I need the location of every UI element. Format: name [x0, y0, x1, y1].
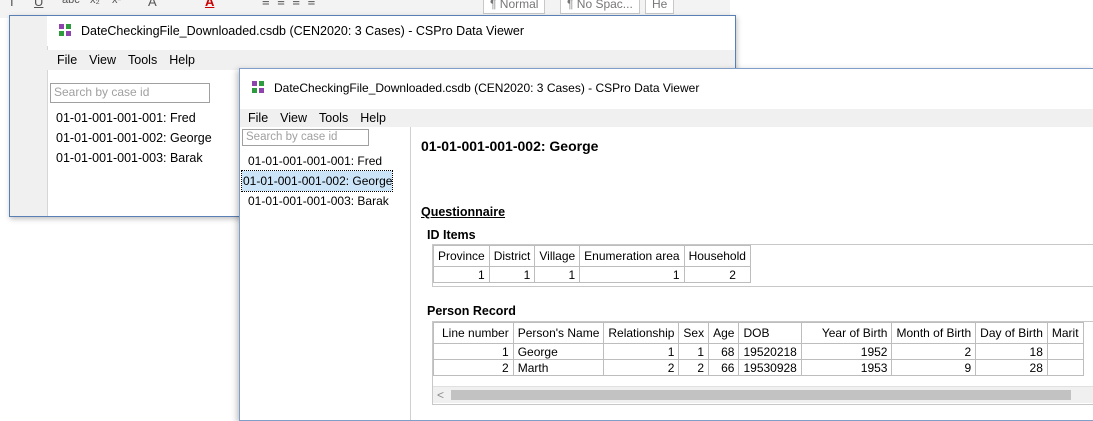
scroll-left-arrow-icon[interactable]: < [437, 388, 444, 402]
col-header: Household [683, 245, 751, 267]
back-search-input[interactable]: Search by case id [50, 83, 210, 103]
cell: 1 [579, 266, 685, 283]
col-header: Age [708, 322, 740, 344]
cell: 1 [433, 343, 514, 360]
menu-help[interactable]: Help [163, 53, 201, 67]
col-header: Village [534, 245, 581, 267]
case-list: 01-01-001-001-001: Fred 01-01-001-001-00… [240, 151, 394, 211]
person-header-row: Line number Person's Name Relationship S… [433, 322, 1084, 344]
col-header: DOB [738, 322, 802, 344]
person-record-grid: Line number Person's Name Relationship S… [432, 321, 1093, 405]
table-row: 1 George 1 1 68 19520218 1952 2 18 [433, 343, 1084, 360]
menu-tools[interactable]: Tools [313, 111, 354, 125]
person-record-title: Person Record [427, 304, 516, 318]
case-item-barak[interactable]: 01-01-001-001-003: Barak [242, 191, 392, 211]
cell: 1 [678, 343, 710, 360]
back-window-titlebar[interactable]: DateCheckingFile_Downloaded.csdb (CEN202… [47, 16, 735, 46]
style-normal[interactable]: ¶ Normal [483, 0, 546, 14]
menu-file[interactable]: File [51, 53, 83, 67]
italic-icon[interactable]: I [10, 0, 14, 9]
cell: 9 [891, 359, 977, 376]
col-header: District [488, 245, 536, 267]
style-no-spacing[interactable]: ¶ No Spac... [560, 0, 640, 14]
cell: 2 [683, 266, 751, 283]
cell [1046, 343, 1084, 360]
col-header: Enumeration area [579, 245, 685, 267]
search-input[interactable]: Search by case id [242, 129, 369, 146]
questionnaire-label: Questionnaire [421, 205, 506, 219]
menu-help[interactable]: Help [354, 111, 392, 125]
superscript-icon[interactable]: x² [112, 0, 121, 6]
case-heading: 01-01-001-001-002: George [421, 138, 599, 154]
cell: 2 [603, 359, 680, 376]
col-header: Year of Birth [800, 322, 893, 344]
id-items-grid: Province District Village Enumeration ar… [432, 244, 1093, 287]
cell: 1 [603, 343, 680, 360]
front-window-menubar: File View Tools Help [240, 109, 1093, 127]
case-item-barak[interactable]: 01-01-001-001-003: Barak [56, 148, 212, 168]
cell: 1953 [800, 359, 893, 376]
cell: 28 [975, 359, 1048, 376]
cell: 18 [975, 343, 1048, 360]
id-items-header-row: Province District Village Enumeration ar… [433, 245, 751, 267]
cspro-app-icon [59, 24, 75, 38]
col-header: Month of Birth [891, 322, 977, 344]
back-window-title: DateCheckingFile_Downloaded.csdb (CEN202… [81, 24, 525, 38]
col-header: Sex [678, 322, 710, 344]
cell: George [512, 343, 605, 360]
cell: 1 [488, 266, 536, 283]
front-window-title: DateCheckingFile_Downloaded.csdb (CEN202… [274, 81, 700, 95]
cell: 2 [433, 359, 514, 376]
case-item-fred[interactable]: 01-01-001-001-001: Fred [242, 151, 392, 171]
case-item-george-selected[interactable]: 01-01-001-001-002: George [240, 170, 394, 192]
col-header: Person's Name [512, 322, 605, 344]
id-items-row: 1 1 1 1 2 [433, 266, 751, 283]
cell: 19530928 [738, 359, 802, 376]
back-window-left-edge [10, 16, 48, 216]
case-item-george[interactable]: 01-01-001-001-002: George [56, 128, 212, 148]
underline-icon[interactable]: U [34, 0, 43, 9]
case-content: 01-01-001-001-002: George Questionnaire … [421, 129, 1093, 420]
cell: 1952 [800, 343, 893, 360]
font-color-icon[interactable]: A [205, 0, 214, 9]
cspro-app-icon [252, 81, 268, 95]
col-header: Relationship [603, 322, 680, 344]
horizontal-scrollbar[interactable]: < [433, 386, 1093, 403]
cell [1046, 359, 1084, 376]
menu-tools[interactable]: Tools [122, 53, 163, 67]
style-heading[interactable]: He [645, 0, 675, 14]
menu-view[interactable]: View [274, 111, 313, 125]
case-sidebar: Search by case id 01-01-001-001-001: Fre… [240, 127, 411, 420]
subscript-icon[interactable]: x₂ [90, 0, 100, 6]
cell: 2 [891, 343, 977, 360]
cell: 1 [534, 266, 581, 283]
scrollbar-thumb[interactable] [451, 390, 1071, 400]
col-header: Line number [433, 322, 514, 344]
cell: 68 [708, 343, 740, 360]
cell: Marth [512, 359, 605, 376]
col-header: Province [433, 245, 490, 267]
front-window: DateCheckingFile_Downloaded.csdb (CEN202… [239, 68, 1093, 421]
align-icons[interactable]: ≡ ≡ ≡ ≡ [262, 0, 317, 9]
back-window-menubar: File View Tools Help [47, 50, 735, 70]
table-row: 2 Marth 2 2 66 19530928 1953 9 28 [433, 359, 1084, 376]
menu-file[interactable]: File [240, 111, 274, 125]
cell: 2 [678, 359, 710, 376]
text-effects-icon[interactable]: A [148, 0, 157, 9]
back-case-list: 01-01-001-001-001: Fred 01-01-001-001-00… [56, 108, 212, 168]
cell: 66 [708, 359, 740, 376]
strikethrough-icon[interactable]: abc [62, 0, 80, 6]
cell: 1 [433, 266, 490, 283]
col-header: Day of Birth [975, 322, 1048, 344]
front-window-titlebar[interactable]: DateCheckingFile_Downloaded.csdb (CEN202… [240, 69, 1093, 107]
col-header: Marit [1046, 322, 1084, 344]
case-item-fred[interactable]: 01-01-001-001-001: Fred [56, 108, 212, 128]
id-items-title: ID Items [427, 228, 476, 242]
cell: 19520218 [738, 343, 802, 360]
menu-view[interactable]: View [83, 53, 122, 67]
